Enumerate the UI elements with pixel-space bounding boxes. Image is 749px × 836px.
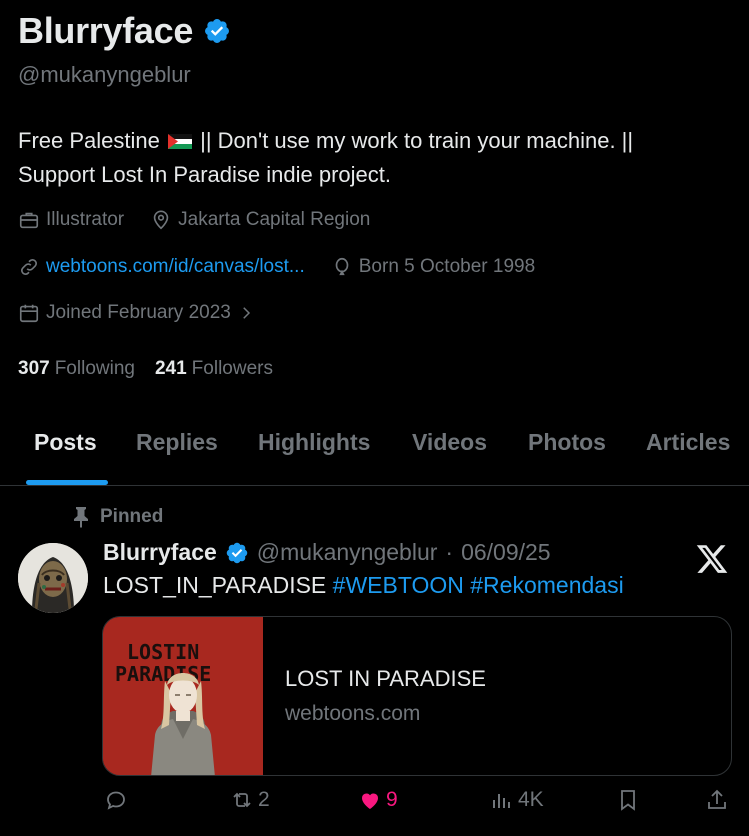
balloon-icon [335, 257, 349, 276]
tab-highlights[interactable]: Highlights [258, 418, 370, 466]
profile-name-row: Blurryface [18, 10, 231, 52]
like-button[interactable]: 9 [358, 788, 398, 812]
followers-label: Followers [191, 358, 273, 379]
tab-videos[interactable]: Videos [412, 418, 487, 466]
tab-articles[interactable]: Articles [646, 418, 730, 466]
active-tab-indicator [26, 480, 108, 485]
post-separator: · [445, 539, 454, 565]
card-title: LOST IN PARADISE [285, 666, 486, 691]
verified-badge-icon[interactable] [203, 17, 231, 45]
follow-counts: 307 Following 241 Followers [18, 358, 273, 380]
profession-item: Illustrator [18, 209, 124, 231]
profile-display-name: Blurryface [18, 10, 194, 51]
location-pin-icon [153, 210, 169, 230]
views-icon [493, 794, 510, 808]
post-author-handle[interactable]: @mukanyngeblur [257, 539, 438, 566]
reply-button[interactable] [104, 788, 128, 812]
post-date[interactable]: 06/09/25 [461, 539, 551, 566]
bookmark-icon [621, 790, 635, 811]
views-count: 4K [518, 788, 544, 811]
profile-tabs: Posts Replies Highlights Videos Photos A… [0, 418, 749, 486]
bio-text-1: Free Palestine [18, 128, 160, 153]
post-actions: 2 9 4K [0, 788, 749, 824]
post-header: Blurryface @mukanyngeblur · 06/09/25 [103, 539, 551, 566]
profession-text: Illustrator [46, 209, 125, 230]
joined-text: Joined February 2023 [46, 302, 231, 323]
followers-count: 241 [154, 358, 187, 379]
website-item[interactable]: webtoons.com/id/canvas/lost... [18, 256, 305, 278]
hashtag-rekomendasi[interactable]: #Rekomendasi [470, 572, 623, 598]
post-author-avatar[interactable] [18, 543, 88, 613]
pinned-indicator: Pinned [72, 506, 163, 528]
profile-meta-row-3[interactable]: Joined February 2023 [18, 302, 255, 324]
like-count: 9 [386, 788, 398, 811]
card-info: LOST IN PARADISE webtoons.com [263, 617, 486, 775]
pin-icon [74, 507, 88, 528]
thumb-title-line1: LOSTIN [127, 640, 199, 664]
following-label: Following [54, 358, 135, 379]
post-author-name[interactable]: Blurryface [103, 539, 217, 566]
joined-item[interactable]: Joined February 2023 [18, 302, 255, 324]
birthday-text: Born 5 October 1998 [358, 256, 536, 277]
post-text-body: LOST_IN_PARADISE [103, 572, 327, 598]
reply-icon [107, 791, 125, 810]
following-count: 307 [18, 358, 50, 379]
bio-text-2: || Don't use my work to train your machi… [200, 128, 634, 153]
retweet-count: 2 [258, 788, 270, 811]
location-item: Jakarta Capital Region [150, 209, 370, 231]
post-text: LOST_IN_PARADISE #WEBTOON #Rekomendasi [103, 572, 624, 599]
tab-posts[interactable]: Posts [34, 418, 97, 466]
retweet-button[interactable]: 2 [230, 788, 270, 812]
x-logo-icon[interactable] [694, 542, 730, 576]
profile-meta-row-2: webtoons.com/id/canvas/lost... Born 5 Oc… [18, 256, 535, 278]
briefcase-icon [19, 212, 39, 229]
profile-handle: @mukanyngeblur [18, 62, 191, 87]
profile-meta-row-1: Illustrator Jakarta Capital Region [18, 209, 370, 231]
hashtag-webtoon[interactable]: #WEBTOON [333, 572, 464, 598]
location-text: Jakarta Capital Region [178, 209, 371, 230]
palestine-flag-icon [167, 134, 192, 149]
bio-text-3: Support Lost In Paradise indie project. [18, 162, 392, 187]
heart-icon [362, 793, 378, 809]
retweet-icon [233, 792, 251, 808]
tab-photos[interactable]: Photos [528, 418, 606, 466]
card-thumbnail-art: LOSTIN PARADISE [103, 617, 263, 775]
profile-bio: Free Palestine || Don't use my work to t… [18, 124, 728, 192]
share-button[interactable] [705, 788, 729, 812]
birthday-item: Born 5 October 1998 [331, 256, 535, 278]
website-link[interactable]: webtoons.com/id/canvas/lost... [46, 256, 305, 278]
card-domain: webtoons.com [285, 702, 421, 725]
avatar-illustration [18, 543, 88, 613]
card-thumbnail: LOSTIN PARADISE [103, 617, 263, 775]
views-button[interactable]: 4K [490, 788, 544, 812]
calendar-icon [19, 304, 39, 323]
chevron-right-icon [243, 307, 250, 319]
pinned-label: Pinned [100, 506, 164, 527]
bookmark-button[interactable] [616, 788, 640, 812]
link-icon [21, 259, 37, 275]
link-preview-card[interactable]: LOSTIN PARADISE LOST IN PARADISE webtoon… [102, 616, 732, 776]
followers-link[interactable]: 241 Followers [155, 358, 273, 380]
tab-replies[interactable]: Replies [136, 418, 218, 466]
verified-badge-icon [226, 542, 248, 563]
share-icon [708, 789, 726, 809]
following-link[interactable]: 307 Following [18, 358, 135, 380]
